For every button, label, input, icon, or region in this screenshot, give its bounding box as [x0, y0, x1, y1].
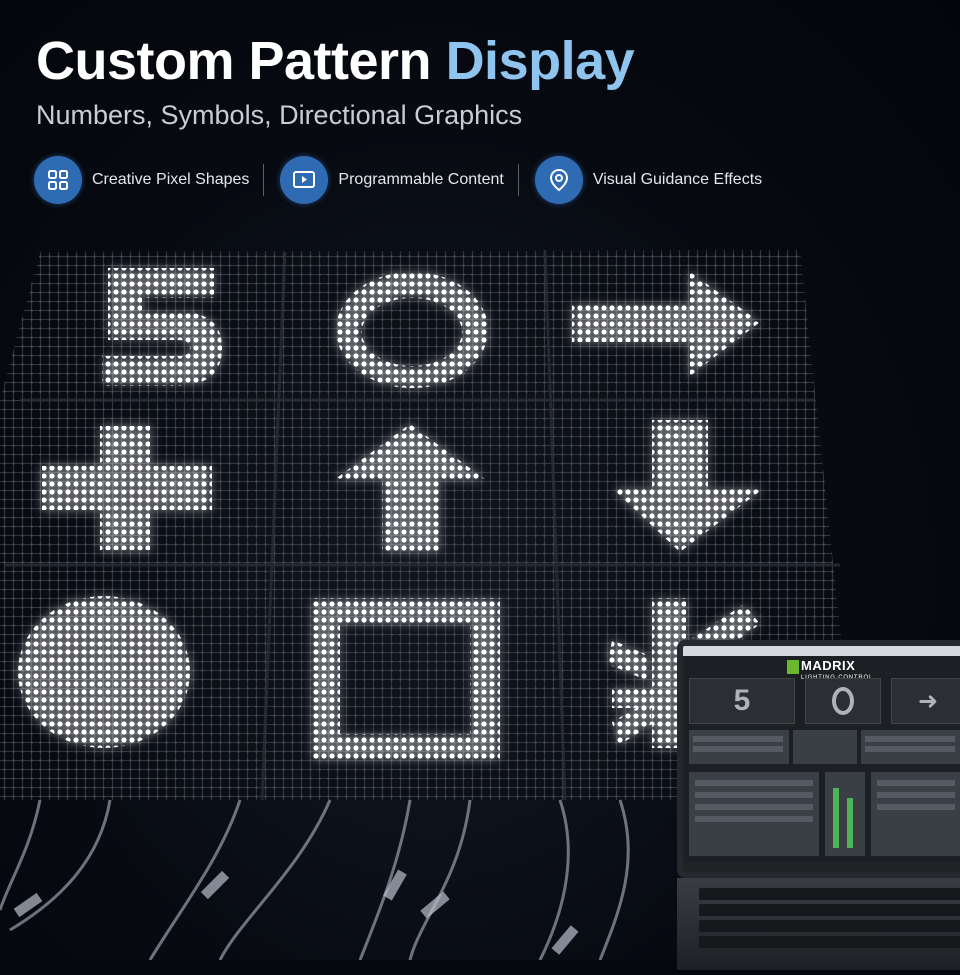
cables [0, 799, 630, 960]
panel-symbol-five [102, 268, 222, 386]
feature-label: Creative Pixel Shapes [92, 171, 250, 188]
app-titlebar [683, 646, 960, 656]
panel-symbol-filled-circle [18, 596, 190, 748]
laptop-screen: MADRIXLIGHTING CONTROL 5 ➜ [677, 640, 960, 878]
feature-creative-pixel-shapes: Creative Pixel Shapes [34, 156, 263, 204]
page-subtitle: Numbers, Symbols, Directional Graphics [36, 100, 523, 130]
feature-label: Visual Guidance Effects [592, 171, 763, 188]
preview-left: 5 [689, 678, 795, 724]
grid-icon [34, 156, 82, 204]
feature-visual-guidance-effects: Visual Guidance Effects [534, 156, 776, 204]
location-pin-icon [534, 156, 583, 204]
play-screen-icon [280, 156, 329, 204]
preview-center [805, 678, 881, 724]
laptop-keyboard [677, 878, 960, 970]
divider [263, 164, 265, 196]
preview-right: ➜ [891, 678, 960, 724]
feature-label: Programmable Content [338, 171, 504, 188]
divider [517, 164, 519, 196]
app-control-panels [689, 730, 960, 856]
page-title: Custom Pattern Display [36, 31, 635, 91]
page-title-accent: Display [445, 31, 635, 91]
madrix-logo-icon [787, 660, 799, 674]
feature-programmable-content: Programmable Content [280, 156, 517, 204]
feature-list: Creative Pixel Shapes Programmable Conte… [34, 156, 776, 204]
laptop: MADRIXLIGHTING CONTROL 5 ➜ [677, 640, 960, 970]
taskbar [683, 862, 960, 872]
